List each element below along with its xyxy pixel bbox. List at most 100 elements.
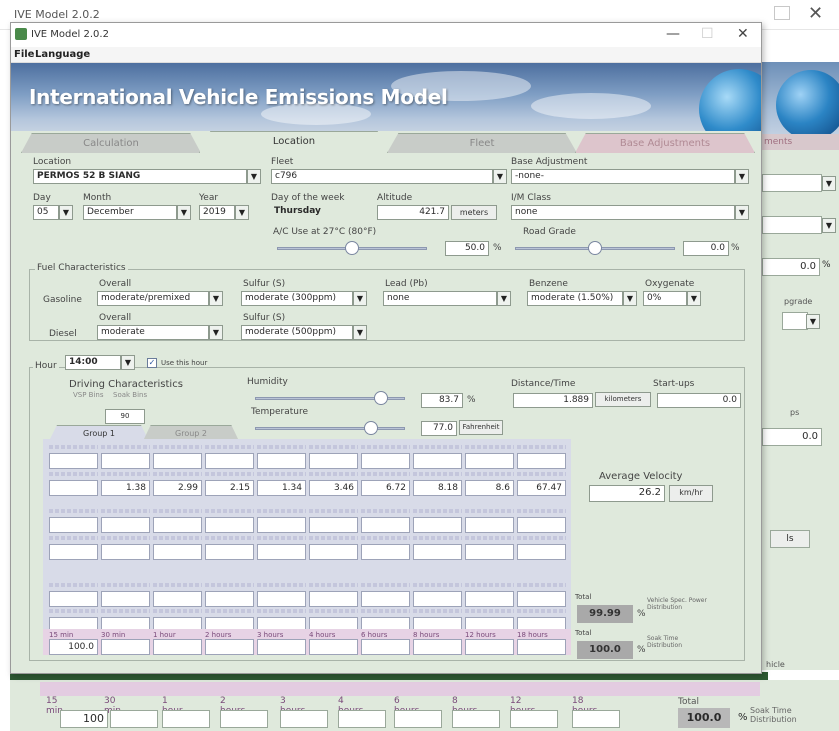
vsp-bin-cell[interactable] [257,544,306,560]
vsp-bin-cell[interactable] [309,517,358,533]
vsp-bin-cell[interactable] [101,591,150,607]
vsp-bin-cell[interactable] [361,517,410,533]
chevron-down-icon[interactable]: ▼ [497,291,511,306]
tab-fleet[interactable]: Fleet [387,133,577,153]
lead-select[interactable]: none [383,291,497,306]
soak-cell[interactable] [338,710,386,728]
soak-cell[interactable]: 100 [60,710,108,728]
chevron-down-icon[interactable]: ▼ [247,169,261,184]
tab-base-adjustments[interactable]: Base Adjustments [575,133,755,153]
chevron-down-icon[interactable]: ▼ [735,205,749,220]
chevron-down-icon[interactable]: ▼ [493,169,507,184]
vsp-bin-cell[interactable] [153,591,202,607]
chevron-down-icon[interactable]: ▼ [59,205,73,220]
vsp-bin-cell[interactable] [205,591,254,607]
background-dropdown[interactable] [762,216,822,234]
gasoline-overall-select[interactable]: moderate/premixed [97,291,209,306]
close-icon[interactable]: ✕ [808,3,823,24]
tab-location[interactable]: Location [199,131,389,153]
vsp-bin-cell[interactable] [49,480,98,496]
chevron-down-icon[interactable]: ▼ [235,205,249,220]
humidity-field[interactable]: 83.7 [421,393,463,408]
vsp-bin-cell[interactable] [465,544,514,560]
vsp-bin-cell[interactable] [413,517,462,533]
month-select[interactable]: December [83,205,177,220]
vsp-bin-cell[interactable]: 8.6 [465,480,514,496]
temperature-field[interactable]: 77.0 [421,421,457,436]
vsp-bin-cell[interactable] [153,544,202,560]
altitude-field[interactable]: 421.7 [377,205,449,220]
altitude-unit-button[interactable]: meters [451,205,497,220]
chevron-down-icon[interactable]: ▼ [121,355,135,370]
vsp-bin-cell[interactable] [517,544,566,560]
vsp-bin-cell[interactable]: 3.46 [309,480,358,496]
chevron-down-icon[interactable]: ▼ [687,291,701,306]
chevron-down-icon[interactable]: ▼ [209,325,223,340]
vsp-bin-cell[interactable] [361,453,410,469]
chevron-down-icon[interactable]: ▼ [623,291,637,306]
chevron-down-icon[interactable]: ▼ [806,314,820,329]
vsp-bin-cell[interactable] [309,453,358,469]
vsp-bin-cell[interactable] [257,591,306,607]
chevron-down-icon[interactable]: ▼ [735,169,749,184]
use-this-hour-checkbox[interactable]: ✓ [147,358,157,368]
chevron-down-icon[interactable]: ▼ [177,205,191,220]
gasoline-sulfur-select[interactable]: moderate (300ppm) [241,291,353,306]
vsp-bin-cell[interactable] [205,453,254,469]
chevron-down-icon[interactable]: ▼ [822,218,836,233]
soak-cell[interactable] [572,710,620,728]
vsp-bin-cell[interactable] [361,544,410,560]
soak-cell[interactable] [162,710,210,728]
background-button[interactable]: ls [770,530,810,548]
soak-time-cell[interactable] [361,639,410,655]
year-select[interactable]: 2019 [199,205,235,220]
velocity-unit-button[interactable]: km/hr [669,485,713,502]
soak-time-cell[interactable] [465,639,514,655]
maximize-icon[interactable] [774,6,790,20]
vsp-bin-cell[interactable] [413,453,462,469]
vsp-bin-cell[interactable] [517,591,566,607]
background-dropdown[interactable] [762,174,822,192]
vsp-bin-cell[interactable]: 2.99 [153,480,202,496]
soak-cell[interactable] [394,710,442,728]
background-dropdown[interactable] [782,312,808,330]
vsp-bin-cell[interactable] [205,544,254,560]
soak-cell[interactable] [280,710,328,728]
distance-field[interactable]: 1.889 [513,393,593,408]
chevron-down-icon[interactable]: ▼ [353,291,367,306]
ac-use-slider-thumb[interactable] [345,241,359,255]
soak-time-cell[interactable] [257,639,306,655]
day-select[interactable]: 05 [33,205,59,220]
vsp-bin-cell[interactable] [153,517,202,533]
hour-select[interactable]: 14:00 [65,355,121,370]
vsp-bin-cell[interactable] [101,453,150,469]
background-tab-label[interactable]: ments [764,137,792,147]
vsp-bin-cell[interactable] [465,453,514,469]
humidity-slider-thumb[interactable] [373,391,388,405]
vsp-bin-cell[interactable]: 1.38 [101,480,150,496]
vsp-bin-cell[interactable] [257,517,306,533]
ac-use-field[interactable]: 50.0 [445,241,489,256]
soak-cell[interactable] [510,710,558,728]
soak-time-cell[interactable] [413,639,462,655]
background-field[interactable]: 0.0 [762,258,820,276]
start-ups-field[interactable]: 0.0 [657,393,741,408]
vsp-bin-cell[interactable] [49,517,98,533]
vsp-bin-cell[interactable] [309,544,358,560]
bin-count-field[interactable]: 90 [105,409,145,424]
diesel-overall-select[interactable]: moderate [97,325,209,340]
vsp-bin-cell[interactable] [465,591,514,607]
vsp-bins-option[interactable]: VSP Bins [73,391,104,399]
vsp-bin-cell[interactable] [205,517,254,533]
distance-unit-button[interactable]: kilometers [595,392,651,407]
vsp-bin-cell[interactable]: 2.15 [205,480,254,496]
vsp-bin-cell[interactable]: 8.18 [413,480,462,496]
im-class-select[interactable]: none [511,205,735,220]
diesel-sulfur-select[interactable]: moderate (500ppm) [241,325,353,340]
maximize-icon[interactable]: ☐ [701,26,714,42]
soak-time-cell[interactable] [101,639,150,655]
vsp-bin-cell[interactable] [517,453,566,469]
vsp-bin-cell[interactable] [101,544,150,560]
tab-calculation[interactable]: Calculation [21,133,201,153]
vsp-bin-cell[interactable] [413,544,462,560]
